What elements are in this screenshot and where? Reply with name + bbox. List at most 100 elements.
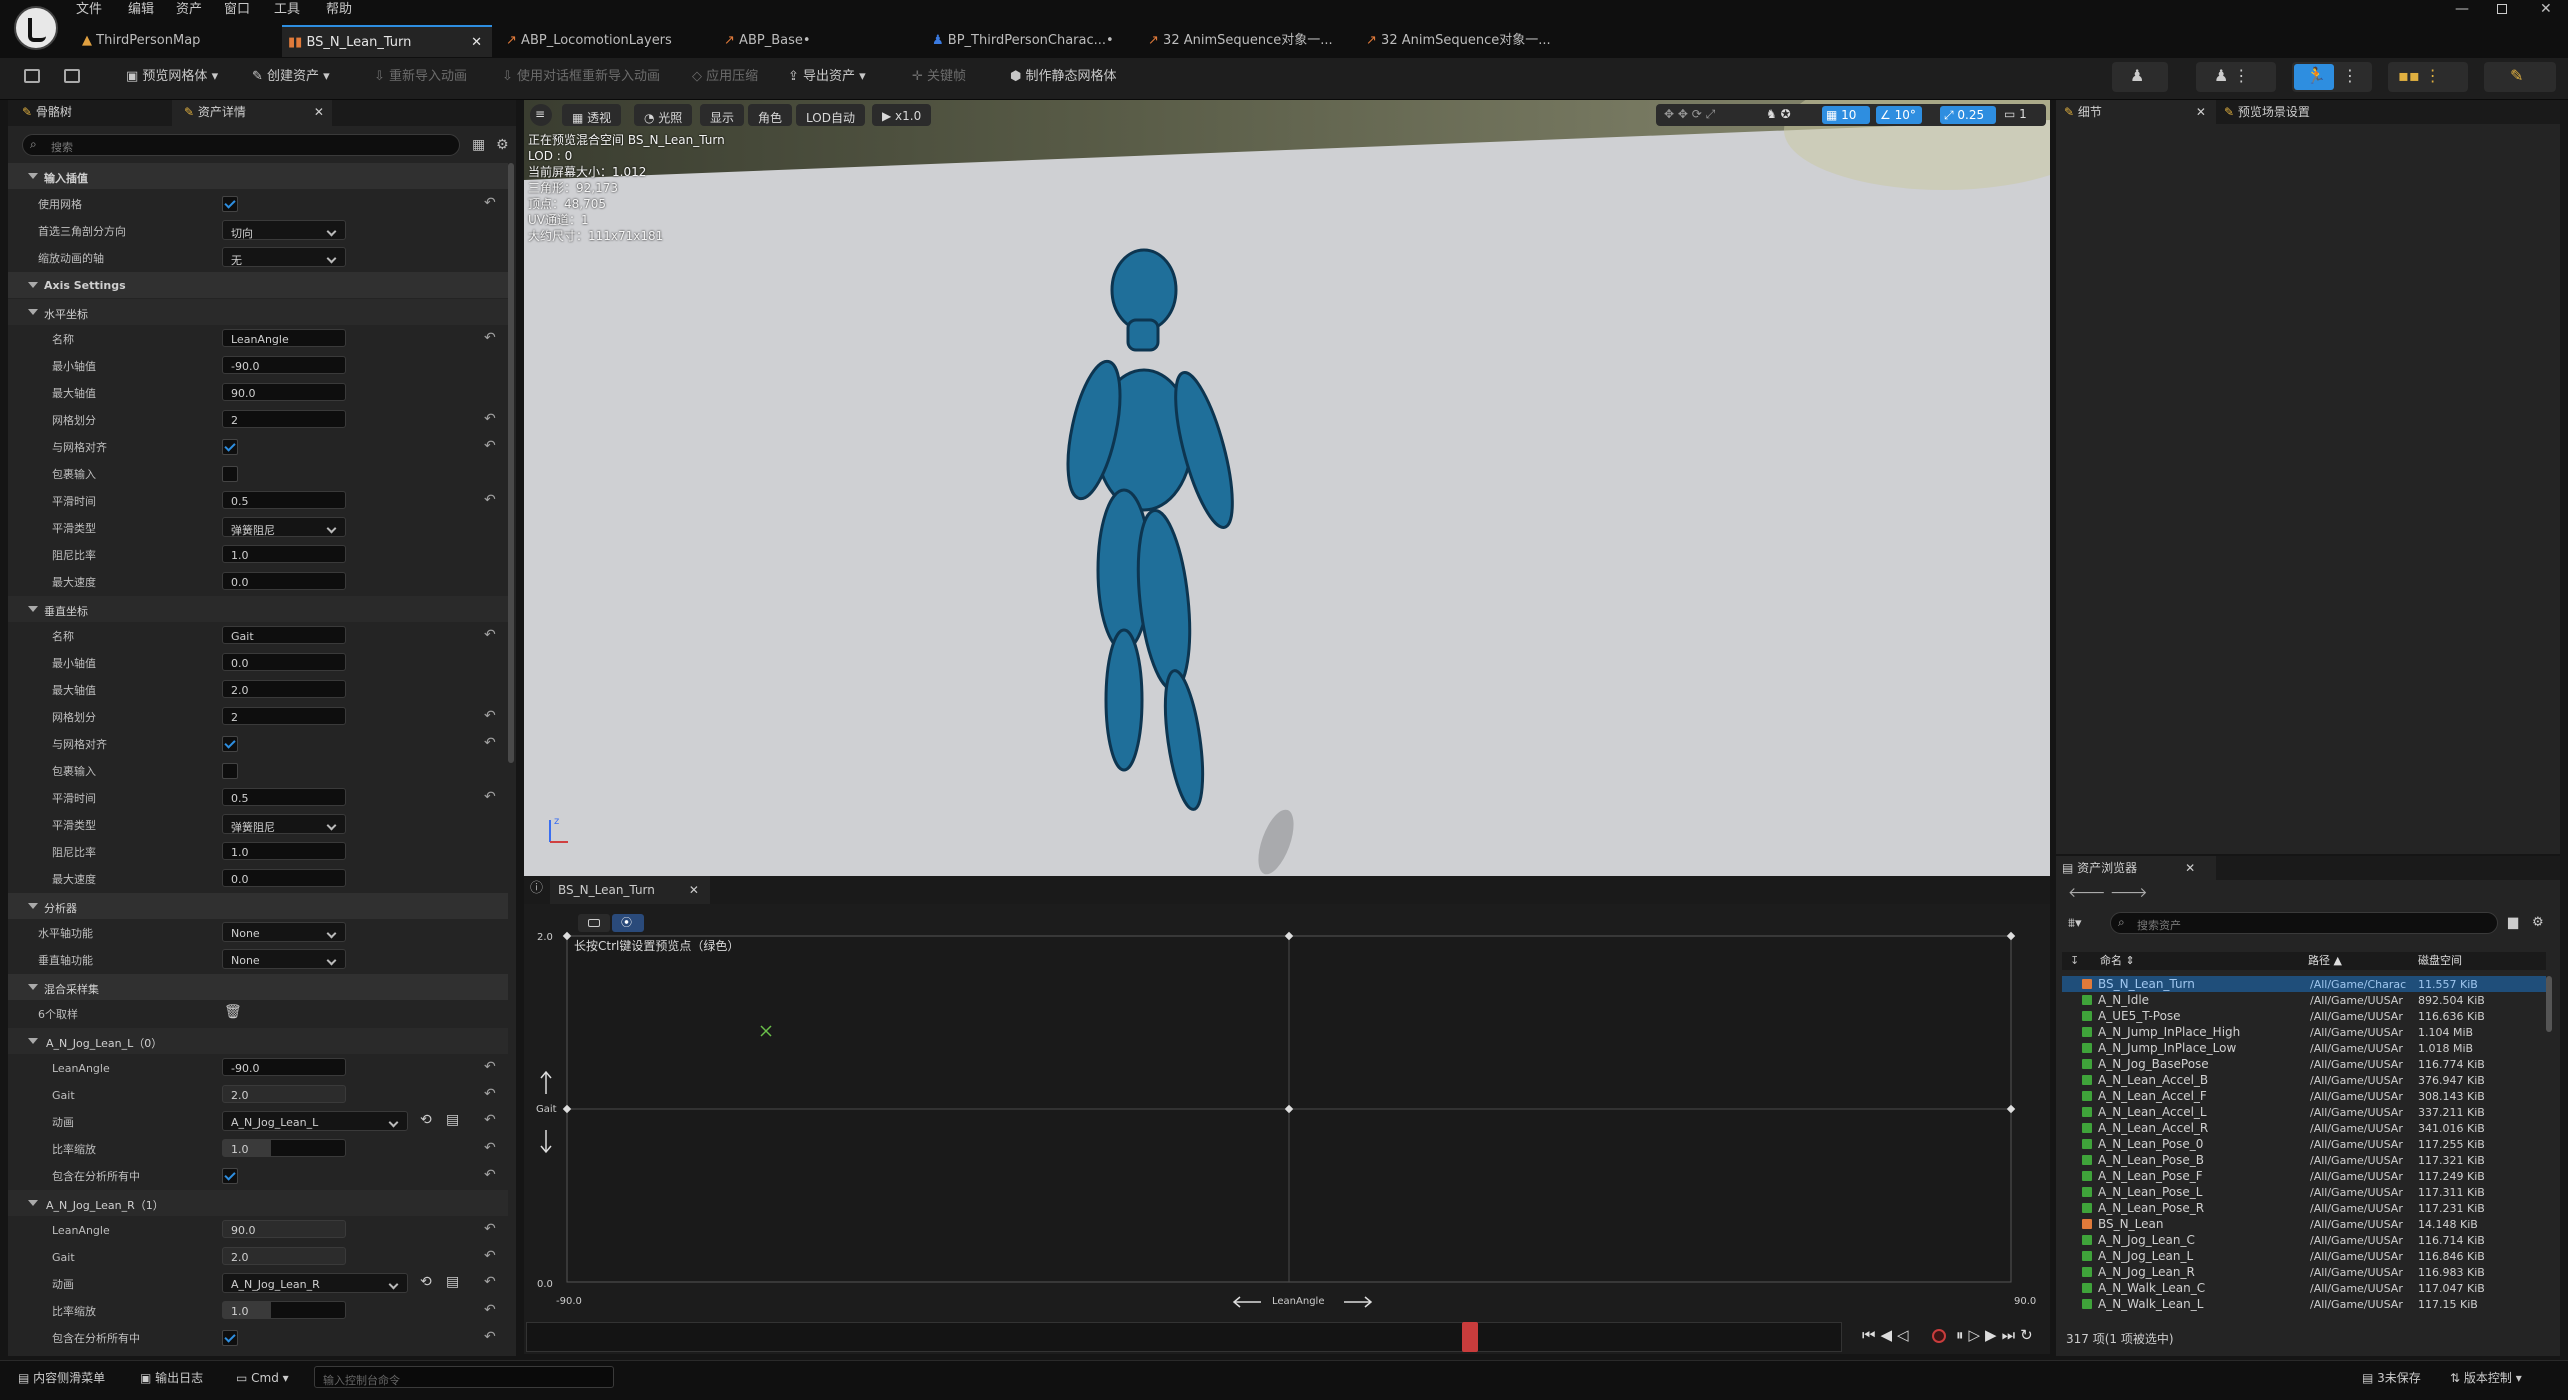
- v-min-input[interactable]: 0.0: [222, 653, 346, 671]
- console-input[interactable]: 输入控制台命令: [314, 1366, 614, 1388]
- menu-help[interactable]: 帮助: [326, 3, 352, 16]
- reset-icon[interactable]: ↶: [484, 1330, 496, 1344]
- section-input-interp[interactable]: 输入插值: [8, 163, 508, 189]
- col-name[interactable]: 命名 ⇕: [2100, 955, 2135, 966]
- folder-icon[interactable]: ▆: [2508, 916, 2518, 929]
- reset-icon[interactable]: ↶: [484, 1060, 496, 1074]
- s1-gait-input[interactable]: 2.0: [222, 1247, 346, 1265]
- h-snap-checkbox[interactable]: [222, 439, 238, 455]
- asset-scrollbar[interactable]: [2546, 976, 2552, 1032]
- asset-row[interactable]: A_N_Lean_Pose_L/All/Game/UUSAr 117.311 Ki…: [2062, 1184, 2546, 1200]
- camera-speed-button[interactable]: ▭ 1: [2004, 108, 2027, 120]
- col-path[interactable]: 路径 ▲: [2308, 955, 2342, 966]
- asset-row[interactable]: A_N_Lean_Pose_F/All/Game/UUSAr 117.249 Ki…: [2062, 1168, 2546, 1184]
- h-max-input[interactable]: 90.0: [222, 383, 346, 401]
- asset-search-input[interactable]: 搜索资产: [2110, 912, 2498, 934]
- trash-icon[interactable]: 🗑: [224, 1005, 242, 1019]
- s1-rate-slider[interactable]: 1.0: [222, 1301, 346, 1319]
- select-mode-icon[interactable]: ✥ ✥ ⟳ ⤢: [1664, 108, 1715, 120]
- forward-arrow-icon[interactable]: 🡒: [2110, 886, 2148, 900]
- asset-row[interactable]: A_N_Lean_Pose_B/All/Game/UUSAr 117.321 Ki…: [2062, 1152, 2546, 1168]
- asset-row[interactable]: A_N_Lean_Accel_F/All/Game/UUSAr 308.143 K…: [2062, 1088, 2546, 1104]
- reset-icon[interactable]: ↶: [484, 196, 496, 210]
- record-button[interactable]: [1932, 1329, 1946, 1343]
- reset-icon[interactable]: ↶: [484, 628, 496, 642]
- h-stype-select[interactable]: 弹簧阻尼: [222, 517, 346, 537]
- s0-include-checkbox[interactable]: [222, 1168, 238, 1184]
- reimport-dialog-button[interactable]: ⇩ 使用对话框重新导入动画: [502, 70, 660, 83]
- source-control-button[interactable]: ⇅ 版本控制 ▾: [2450, 1372, 2522, 1384]
- content-drawer-button[interactable]: ▤ 内容侧滑菜单: [18, 1372, 105, 1384]
- tab-animsequence-1[interactable]: ↗ 32 AnimSequence对象一...: [1142, 25, 1352, 57]
- reset-icon[interactable]: ↶: [484, 1087, 496, 1101]
- details-scrollbar[interactable]: [508, 163, 514, 763]
- tab-preview-settings[interactable]: ✎ 预览场景设置: [2224, 106, 2310, 118]
- asset-row[interactable]: A_N_Lean_Accel_B/All/Game/UUSAr 376.947 K…: [2062, 1072, 2546, 1088]
- unsaved-button[interactable]: ▤ 3未保存: [2362, 1372, 2421, 1384]
- asset-row[interactable]: A_N_Walk_Lean_L/All/Game/UUSAr 117.15 KiB: [2062, 1296, 2546, 1312]
- timeline-scrubber[interactable]: [1462, 1322, 1478, 1352]
- s1-include-checkbox[interactable]: [222, 1330, 238, 1346]
- v-speed-input[interactable]: 0.0: [222, 869, 346, 887]
- skeleton-mode-button[interactable]: ♟: [2112, 62, 2168, 92]
- browse-icon[interactable]: [64, 69, 80, 83]
- cmd-button[interactable]: ▭ Cmd ▾: [236, 1372, 289, 1384]
- h-smooth-input[interactable]: 0.5: [222, 491, 346, 509]
- angle-snap-toggle[interactable]: ∠ 10°: [1876, 106, 1922, 124]
- h-wrap-checkbox[interactable]: [222, 466, 238, 482]
- close-window-icon[interactable]: ✕: [2540, 2, 2552, 16]
- asset-row[interactable]: A_N_Jog_Lean_C/All/Game/UUSAr 116.714 KiB: [2062, 1232, 2546, 1248]
- col-size[interactable]: 磁盘空间: [2418, 955, 2462, 966]
- asset-row[interactable]: A_N_Idle/All/Game/UUSAr 892.504 KiB: [2062, 992, 2546, 1008]
- details-search-input[interactable]: 搜索: [22, 134, 460, 156]
- analysis-h-select[interactable]: None: [222, 922, 346, 942]
- asset-row[interactable]: A_N_Lean_Pose_R/All/Game/UUSAr 117.231 Ki…: [2062, 1200, 2546, 1216]
- tab-skeleton-tree[interactable]: ✎ 骨骼树: [22, 106, 72, 118]
- s0-rate-slider[interactable]: 1.0: [222, 1139, 346, 1157]
- tri-dir-select[interactable]: 切向: [222, 220, 346, 240]
- browse-asset-icon[interactable]: ▤: [446, 1275, 459, 1289]
- perspective-button[interactable]: ▦ 透视: [562, 104, 622, 126]
- asset-row[interactable]: A_N_Jog_Lean_L/All/Game/UUSAr 116.846 KiB: [2062, 1248, 2546, 1264]
- reset-icon[interactable]: ↶: [484, 331, 496, 345]
- s1-lean-input[interactable]: 90.0: [222, 1220, 346, 1238]
- blueprint-mode-button[interactable]: ▪▪ ⋮: [2388, 62, 2468, 92]
- reset-icon[interactable]: ↶: [484, 1303, 496, 1317]
- reset-icon[interactable]: ↶: [484, 439, 496, 453]
- output-log-button[interactable]: ▣ 输出日志: [140, 1372, 203, 1384]
- asset-row[interactable]: A_N_Lean_Pose_0/All/Game/UUSAr 117.255 Ki…: [2062, 1136, 2546, 1152]
- section-sample-1[interactable]: A_N_Jog_Lean_R（1）: [8, 1190, 508, 1216]
- asset-row[interactable]: A_N_Jump_InPlace_High/All/Game/UUSAr 1.10…: [2062, 1024, 2546, 1040]
- asset-row[interactable]: BS_N_Lean/All/Game/UUSAr 14.148 KiB: [2062, 1216, 2546, 1232]
- menu-window[interactable]: 窗口: [224, 3, 250, 16]
- tab-bs-n-lean-turn[interactable]: ▮▮ BS_N_Lean_Turn ✕: [282, 25, 492, 57]
- s0-lean-input[interactable]: -90.0: [222, 1058, 346, 1076]
- h-div-input[interactable]: 2: [222, 410, 346, 428]
- grid-snap-toggle[interactable]: ▦ 10: [1822, 106, 1870, 124]
- scale-axis-select[interactable]: 无: [222, 247, 346, 267]
- analysis-v-select[interactable]: None: [222, 949, 346, 969]
- table-view-icon[interactable]: ▦: [472, 138, 485, 152]
- animation-mode-button[interactable]: 🏃 ⋮: [2292, 62, 2372, 92]
- asset-row[interactable]: A_N_Lean_Accel_L/All/Game/UUSAr 337.211 K…: [2062, 1104, 2546, 1120]
- asset-row[interactable]: BS_N_Lean_Turn/All/Game/Charac 11.557 KiB: [2062, 976, 2546, 992]
- section-analysis[interactable]: 分析器: [8, 893, 508, 919]
- v-max-input[interactable]: 2.0: [222, 680, 346, 698]
- reset-icon[interactable]: ↶: [484, 493, 496, 507]
- lod-button[interactable]: LOD自动: [796, 104, 865, 126]
- v-div-input[interactable]: 2: [222, 707, 346, 725]
- reset-icon[interactable]: ↶: [484, 1249, 496, 1263]
- asset-row[interactable]: A_N_Lean_Accel_R/All/Game/UUSAr 341.016 K…: [2062, 1120, 2546, 1136]
- use-selected-icon[interactable]: ⟲: [420, 1113, 432, 1127]
- section-vertical-axis[interactable]: 垂直坐标: [8, 596, 508, 622]
- reset-icon[interactable]: ↶: [484, 709, 496, 723]
- back-arrow-icon[interactable]: 🡐: [2068, 886, 2106, 900]
- asset-row[interactable]: A_N_Jog_BasePose/All/Game/UUSAr 116.774 K…: [2062, 1056, 2546, 1072]
- use-selected-icon[interactable]: ⟲: [420, 1275, 432, 1289]
- menu-file[interactable]: 文件: [76, 3, 102, 16]
- blendspace-grid[interactable]: [524, 904, 2050, 1354]
- show-button[interactable]: 显示: [700, 104, 745, 126]
- reset-icon[interactable]: ↶: [484, 1141, 496, 1155]
- h-name-input[interactable]: LeanAngle: [222, 329, 346, 347]
- reset-icon[interactable]: ↶: [484, 1275, 496, 1289]
